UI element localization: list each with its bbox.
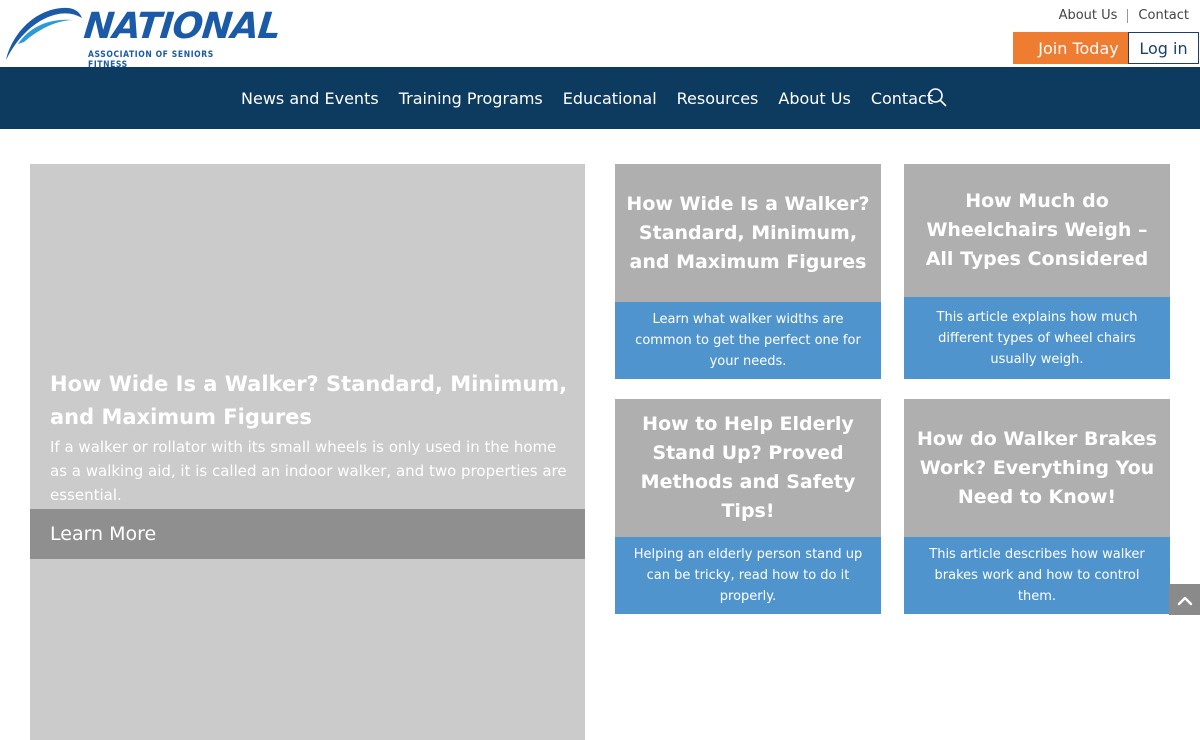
article-card-title[interactable]: How Much do Wheelchairs Weigh – All Type…	[904, 164, 1170, 297]
featured-article-title[interactable]: How Wide Is a Walker? Standard, Minimum,…	[50, 368, 570, 434]
top-links: About Us Contact	[1059, 8, 1189, 24]
article-card-title[interactable]: How to Help Elderly Stand Up? Proved Met…	[615, 399, 881, 537]
article-card-description: Learn what walker widths are common to g…	[615, 302, 881, 379]
top-links-divider	[1127, 9, 1129, 23]
site-header: NATIONAL ASSOCIATION OF SENIORS FITNESS …	[0, 0, 1200, 70]
top-link-about-us[interactable]: About Us	[1059, 8, 1118, 24]
logo-wordmark: NATIONAL	[81, 6, 283, 47]
article-card-description: Helping an elderly person stand up can b…	[615, 537, 881, 614]
nav-list: News and Events Training Programs Educat…	[231, 67, 943, 129]
nav-item-news-and-events[interactable]: News and Events	[231, 89, 389, 108]
join-today-button[interactable]: Join Today	[1013, 32, 1144, 64]
nav-item-resources[interactable]: Resources	[667, 89, 769, 108]
article-card[interactable]: How to Help Elderly Stand Up? Proved Met…	[615, 399, 881, 614]
nav-item-educational[interactable]: Educational	[553, 89, 667, 108]
top-link-contact[interactable]: Contact	[1138, 8, 1189, 24]
article-card-description: This article describes how walker brakes…	[904, 537, 1170, 614]
article-card[interactable]: How Wide Is a Walker? Standard, Minimum,…	[615, 164, 881, 379]
logo-swoosh-icon	[6, 7, 82, 61]
site-logo[interactable]: NATIONAL ASSOCIATION OF SENIORS FITNESS	[4, 4, 282, 70]
nav-item-training-programs[interactable]: Training Programs	[389, 89, 553, 108]
nav-item-about-us[interactable]: About Us	[768, 89, 860, 108]
article-card-description: This article explains how much different…	[904, 297, 1170, 379]
log-in-button[interactable]: Log in	[1128, 32, 1199, 64]
article-card-title[interactable]: How Wide Is a Walker? Standard, Minimum,…	[615, 164, 881, 302]
search-icon[interactable]	[927, 87, 947, 107]
main-navigation: News and Events Training Programs Educat…	[0, 67, 1200, 129]
scroll-to-top-button[interactable]	[1169, 584, 1200, 615]
featured-article-description: If a walker or rollator with its small w…	[50, 438, 567, 504]
article-card[interactable]: How do Walker Brakes Work? Everything Yo…	[904, 399, 1170, 614]
article-card[interactable]: How Much do Wheelchairs Weigh – All Type…	[904, 164, 1170, 379]
article-card-title[interactable]: How do Walker Brakes Work? Everything Yo…	[904, 399, 1170, 537]
learn-more-button[interactable]: Learn More	[30, 509, 585, 559]
chevron-up-icon	[1177, 596, 1192, 605]
featured-article[interactable]: How Wide Is a Walker? Standard, Minimum,…	[30, 164, 585, 740]
